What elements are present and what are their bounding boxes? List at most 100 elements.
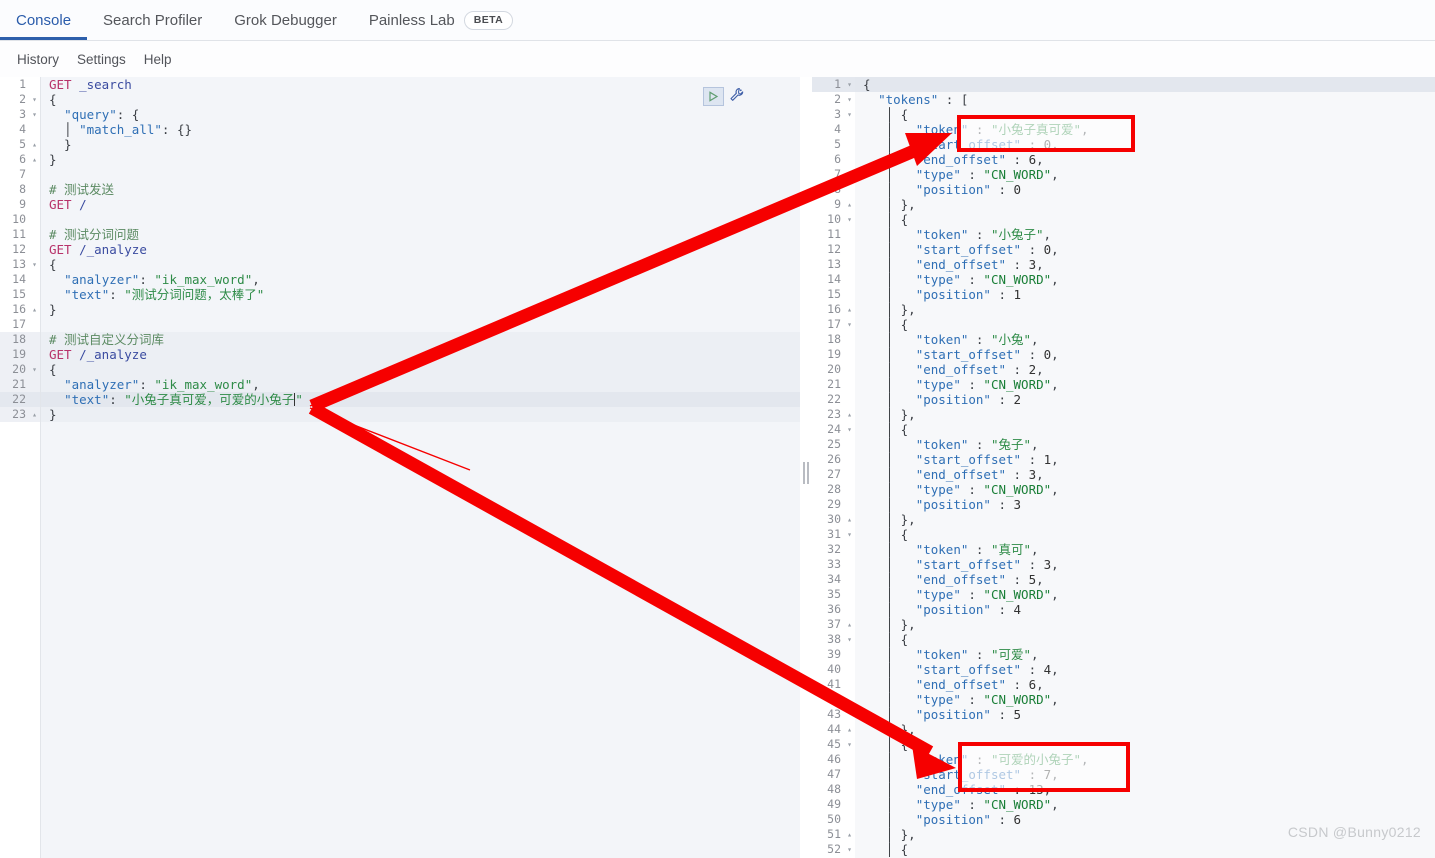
request-line-number[interactable]: 4 [0, 122, 40, 137]
request-line-number[interactable]: 18 [0, 332, 40, 347]
response-code-line[interactable]: │ "token" : "小兔子", [855, 227, 1435, 242]
fold-toggle-icon[interactable]: ▾ [847, 842, 852, 857]
fold-toggle-icon[interactable]: ▴ [847, 197, 852, 212]
response-code-line[interactable]: │ }, [855, 617, 1435, 632]
request-code-line[interactable]: "analyzer": "ik_max_word", [41, 377, 800, 392]
fold-toggle-icon[interactable]: ▾ [32, 107, 37, 122]
fold-toggle-icon[interactable]: ▾ [847, 527, 852, 542]
request-code-line[interactable]: } [41, 302, 800, 317]
request-line-number[interactable]: 9 [0, 197, 40, 212]
response-line-number[interactable]: 36 [812, 602, 855, 617]
response-code-line[interactable]: │ "position" : 3 [855, 497, 1435, 512]
request-line-number[interactable]: 22 [0, 392, 40, 407]
response-code-line[interactable]: │ { [855, 842, 1435, 857]
request-line-number[interactable]: 11 [0, 227, 40, 242]
response-line-number[interactable]: 24 ▾ [812, 422, 855, 437]
wrench-icon[interactable] [729, 87, 745, 106]
fold-toggle-icon[interactable]: ▾ [847, 632, 852, 647]
request-line-number[interactable]: 3 ▾ [0, 107, 40, 122]
response-line-number[interactable]: 22 [812, 392, 855, 407]
response-code-line[interactable]: │ "position" : 5 [855, 707, 1435, 722]
response-line-number[interactable]: 19 [812, 347, 855, 362]
request-line-number[interactable]: 5 ▴ [0, 137, 40, 152]
fold-toggle-icon[interactable]: ▴ [847, 407, 852, 422]
split-divider[interactable] [800, 77, 812, 858]
response-code-line[interactable]: │ "end_offset" : 13, [855, 782, 1435, 797]
response-code-line[interactable]: │ "start_offset" : 0, [855, 347, 1435, 362]
response-line-number[interactable]: 2 ▾ [812, 92, 855, 107]
response-line-number[interactable]: 33 [812, 557, 855, 572]
toolbar-settings-button[interactable]: Settings [68, 52, 135, 67]
response-line-number[interactable]: 42 [812, 692, 855, 707]
request-editor-pane[interactable]: 1 2 ▾ 3 ▾ 4 5 ▴ 6 ▴ 7 8 9 10 11 12 13 ▾ 14 15 16 ▴ 17 18 19 20 ▾ 21… [0, 77, 800, 858]
response-code-line[interactable]: │ }, [855, 407, 1435, 422]
response-code-line[interactable]: │ { [855, 527, 1435, 542]
response-line-number[interactable]: 52 ▾ [812, 842, 855, 857]
request-line-number[interactable]: 10 [0, 212, 40, 227]
response-code-line[interactable]: │ "position" : 6 [855, 812, 1435, 827]
response-code-line[interactable]: │ { [855, 212, 1435, 227]
request-code-line[interactable]: │ "match_all": {} [41, 122, 800, 137]
response-code-line[interactable]: │ "token" : "可爱", [855, 647, 1435, 662]
response-code-line[interactable]: │ }, [855, 512, 1435, 527]
response-code-line[interactable]: │ "end_offset" : 6, [855, 152, 1435, 167]
response-line-number[interactable]: 46 [812, 752, 855, 767]
response-code-line[interactable]: │ "start_offset" : 4, [855, 662, 1435, 677]
response-code-line[interactable]: │ "position" : 2 [855, 392, 1435, 407]
request-code-line[interactable]: GET / [41, 197, 800, 212]
response-line-number[interactable]: 5 [812, 137, 855, 152]
request-code-line[interactable]: # 测试发送 [41, 182, 800, 197]
response-line-number[interactable]: 17 ▾ [812, 317, 855, 332]
response-code-line[interactable]: │ }, [855, 197, 1435, 212]
request-line-number[interactable]: 12 [0, 242, 40, 257]
response-line-number[interactable]: 49 [812, 797, 855, 812]
request-code-line[interactable]: "query": { [41, 107, 800, 122]
response-code-line[interactable]: │ "start_offset" : 1, [855, 452, 1435, 467]
response-line-number[interactable]: 48 [812, 782, 855, 797]
response-code-line[interactable]: │ "position" : 1 [855, 287, 1435, 302]
request-code-line[interactable]: GET /_analyze [41, 242, 800, 257]
fold-toggle-icon[interactable]: ▾ [32, 257, 37, 272]
request-line-number[interactable]: 7 [0, 167, 40, 182]
response-line-number[interactable]: 12 [812, 242, 855, 257]
request-code-line[interactable]: { [41, 257, 800, 272]
request-code-line[interactable] [41, 212, 800, 227]
response-line-number[interactable]: 20 [812, 362, 855, 377]
response-code-line[interactable]: │ { [855, 632, 1435, 647]
response-code-line[interactable]: │ "start_offset" : 3, [855, 557, 1435, 572]
response-line-number[interactable]: 29 [812, 497, 855, 512]
split-drag-handle[interactable] [803, 462, 809, 484]
response-line-number[interactable]: 26 [812, 452, 855, 467]
request-code-line[interactable] [41, 167, 800, 182]
response-code-line[interactable]: │ { [855, 422, 1435, 437]
response-line-number[interactable]: 16 ▴ [812, 302, 855, 317]
response-line-number[interactable]: 13 [812, 257, 855, 272]
response-line-number[interactable]: 31 ▾ [812, 527, 855, 542]
request-code-line[interactable]: } [41, 152, 800, 167]
request-line-number[interactable]: 15 [0, 287, 40, 302]
response-code-line[interactable]: │ "token" : "小兔子真可爱", [855, 122, 1435, 137]
fold-toggle-icon[interactable]: ▾ [847, 92, 852, 107]
response-code-line[interactable]: │ "end_offset" : 3, [855, 467, 1435, 482]
response-line-number[interactable]: 47 [812, 767, 855, 782]
response-line-number[interactable]: 23 ▴ [812, 407, 855, 422]
request-line-number[interactable]: 23 ▴ [0, 407, 40, 422]
request-action-controls[interactable] [703, 87, 745, 106]
fold-toggle-icon[interactable]: ▾ [32, 92, 37, 107]
response-line-number[interactable]: 11 [812, 227, 855, 242]
response-line-number[interactable]: 18 [812, 332, 855, 347]
response-code-line[interactable]: │ "type" : "CN_WORD", [855, 377, 1435, 392]
response-line-number[interactable]: 9 ▴ [812, 197, 855, 212]
response-code-line[interactable]: │ "end_offset" : 5, [855, 572, 1435, 587]
response-editor[interactable]: 1 ▾ 2 ▾ 3 ▾ 4 5 6 7 8 9 ▴ 10 ▾ 11 12 13 14 15 16 ▴ 17 ▾ 18 19 20 21… [812, 77, 1435, 858]
request-code-line[interactable]: # 测试自定义分词库 [41, 332, 800, 347]
response-editor-code[interactable]: { "tokens" : [ │ { │ "token" : "小兔子真可爱",… [855, 77, 1435, 858]
response-code-line[interactable]: │ "end_offset" : 2, [855, 362, 1435, 377]
response-line-number[interactable]: 32 [812, 542, 855, 557]
request-line-number[interactable]: 16 ▴ [0, 302, 40, 317]
request-line-number[interactable]: 13 ▾ [0, 257, 40, 272]
response-line-number[interactable]: 30 ▴ [812, 512, 855, 527]
response-line-number[interactable]: 50 [812, 812, 855, 827]
response-line-number[interactable]: 38 ▾ [812, 632, 855, 647]
tab-grok-debugger[interactable]: Grok Debugger [218, 1, 353, 40]
